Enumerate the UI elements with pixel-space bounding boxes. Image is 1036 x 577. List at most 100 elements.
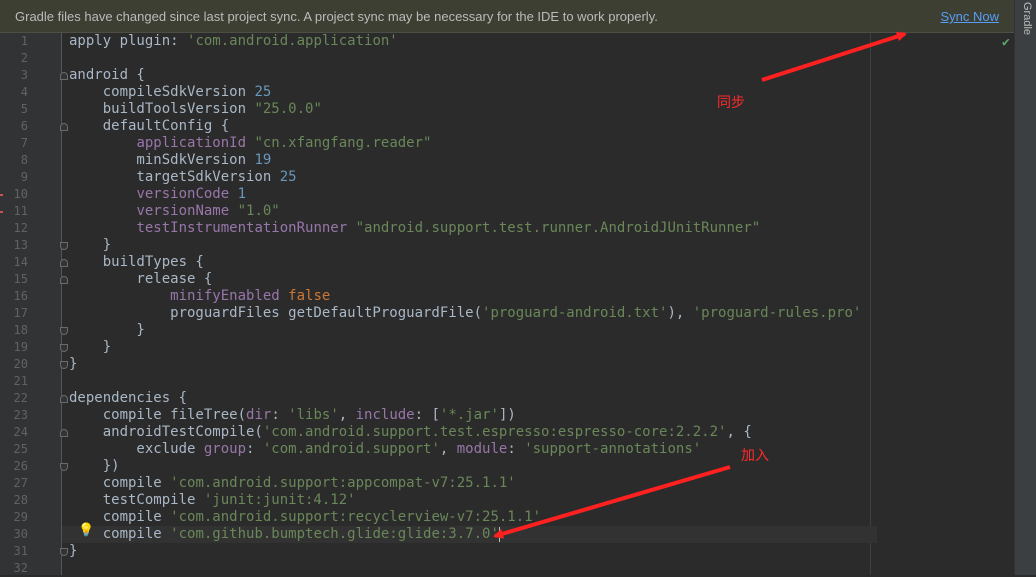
right-margin-guide	[870, 33, 871, 575]
code-token: }	[69, 322, 145, 338]
code-line[interactable]: android {	[69, 67, 145, 84]
code-token: , {	[726, 424, 752, 440]
line-number: 26	[13, 459, 28, 473]
code-line[interactable]: testInstrumentationRunner "android.suppo…	[69, 220, 760, 237]
code-token: 'proguard-android.txt'	[482, 305, 668, 321]
code-line[interactable]: compile 'com.android.support:appcompat-v…	[69, 475, 516, 492]
line-number: 10	[13, 187, 28, 201]
code-token: applicationId	[136, 135, 247, 151]
code-token: 'libs'	[288, 407, 339, 423]
code-line[interactable]: }	[69, 237, 111, 254]
line-number: 28	[13, 493, 28, 507]
code-line[interactable]: proguardFiles getDefaultProguardFile('pr…	[69, 305, 861, 322]
code-token: compile fileTree(	[69, 407, 247, 423]
code-token: release {	[69, 271, 213, 287]
code-token: "25.0.0"	[254, 101, 322, 117]
code-line[interactable]: release {	[69, 271, 212, 288]
code-token: }	[69, 543, 78, 559]
code-token: dependencies {	[69, 390, 188, 406]
code-line[interactable]: minSdkVersion 19	[69, 152, 271, 169]
code-line[interactable]: }	[69, 322, 145, 339]
code-token: 'com.android.support'	[262, 441, 440, 457]
line-number: 13	[13, 238, 28, 252]
line-number: 20	[13, 357, 28, 371]
code-token: ])	[498, 407, 516, 423]
code-line[interactable]: }	[69, 543, 77, 560]
gradle-tool-window-tab[interactable]: Gradle	[1019, 2, 1033, 48]
code-token: dir	[246, 407, 272, 423]
code-token: testInstrumentationRunner	[136, 220, 348, 236]
code-token: }	[69, 339, 112, 355]
code-token: compile	[69, 475, 171, 491]
code-token: exclude	[69, 441, 204, 457]
change-marker	[0, 211, 3, 213]
code-line[interactable]: }	[69, 339, 111, 356]
code-line[interactable]: androidTestCompile('com.android.support.…	[69, 424, 752, 441]
code-token: '*.jar'	[439, 407, 499, 423]
line-number: 2	[20, 51, 28, 65]
code-line[interactable]: minifyEnabled false	[69, 288, 330, 305]
line-number: 8	[20, 153, 28, 167]
code-line[interactable]: testCompile 'junit:junit:4.12'	[69, 492, 356, 509]
code-line[interactable]: exclude group: 'com.android.support', mo…	[69, 441, 701, 458]
check-icon[interactable]: ✔	[1002, 35, 1010, 50]
code-token: versionCode	[136, 186, 230, 202]
line-number: 32	[13, 561, 28, 575]
code-token: android {	[69, 67, 145, 83]
code-token: 25	[254, 84, 272, 100]
code-token: buildTypes {	[69, 254, 204, 270]
code-line[interactable]: compile fileTree(dir: 'libs', include: […	[69, 407, 516, 424]
code-editor[interactable]: ✔ apply plugin: 'com.android.application…	[62, 33, 1014, 575]
code-line[interactable]: defaultConfig {	[69, 118, 229, 135]
code-token: compileSdkVersion	[69, 84, 255, 100]
code-token: ),	[667, 305, 693, 321]
code-token: })	[69, 458, 120, 474]
code-token: minSdkVersion	[69, 152, 255, 168]
code-token: "cn.xfangfang.reader"	[254, 135, 432, 151]
line-number: 30	[13, 527, 28, 541]
line-number: 11	[13, 204, 28, 218]
code-line[interactable]: buildTypes {	[69, 254, 204, 271]
lightbulb-icon[interactable]: 💡	[78, 522, 94, 539]
code-line[interactable]: compile 'com.github.bumptech.glide:glide…	[62, 526, 877, 543]
line-number-gutter[interactable]: 1 2 3 4 5 6 7 8 9 10 11 12 13 14 15 16 17 18 19 20 21 22 23 24 2…	[0, 33, 68, 575]
line-number: 9	[20, 170, 28, 184]
code-line[interactable]: versionName "1.0"	[69, 203, 279, 220]
code-token: 'proguard-rules.pro'	[692, 305, 862, 321]
sync-annotation-label: 同步	[717, 95, 745, 111]
code-token: false	[288, 288, 331, 304]
code-line[interactable]: versionCode 1	[69, 186, 246, 203]
code-token: targetSdkVersion	[69, 169, 280, 185]
line-number: 22	[13, 391, 28, 405]
code-line[interactable]: compileSdkVersion 25	[69, 84, 272, 101]
code-line[interactable]: compile 'com.android.support:recyclervie…	[69, 509, 541, 526]
line-number: 25	[13, 442, 28, 456]
code-token: include	[355, 407, 415, 423]
line-number: 19	[13, 340, 28, 354]
code-token: proguardFiles getDefaultProguardFile(	[69, 305, 483, 321]
code-line[interactable]: targetSdkVersion 25	[69, 169, 297, 186]
code-line[interactable]: apply plugin: 'com.android.application'	[69, 33, 398, 50]
code-line[interactable]: applicationId "cn.xfangfang.reader"	[69, 135, 431, 152]
add-annotation-label: 加入	[741, 448, 769, 464]
code-token: 25	[279, 169, 297, 185]
line-number: 18	[13, 323, 28, 337]
code-token: 'com.android.support:recyclerview-v7:25.…	[170, 509, 542, 525]
code-token: :	[246, 441, 263, 457]
code-line[interactable]: }	[69, 356, 77, 373]
sync-now-link[interactable]: Sync Now	[940, 9, 999, 24]
line-number: 1	[20, 34, 28, 48]
code-line[interactable]: buildToolsVersion "25.0.0"	[69, 101, 322, 118]
code-line[interactable]: })	[69, 458, 120, 475]
code-line[interactable]: dependencies {	[69, 390, 187, 407]
line-number: 12	[13, 221, 28, 235]
line-number: 7	[20, 136, 28, 150]
code-token: 'com.android.support:appcompat-v7:25.1.1…	[170, 475, 516, 491]
code-token: : [	[414, 407, 440, 423]
code-token: "android.support.test.runner.AndroidJUni…	[355, 220, 761, 236]
code-token: buildToolsVersion	[69, 101, 255, 117]
